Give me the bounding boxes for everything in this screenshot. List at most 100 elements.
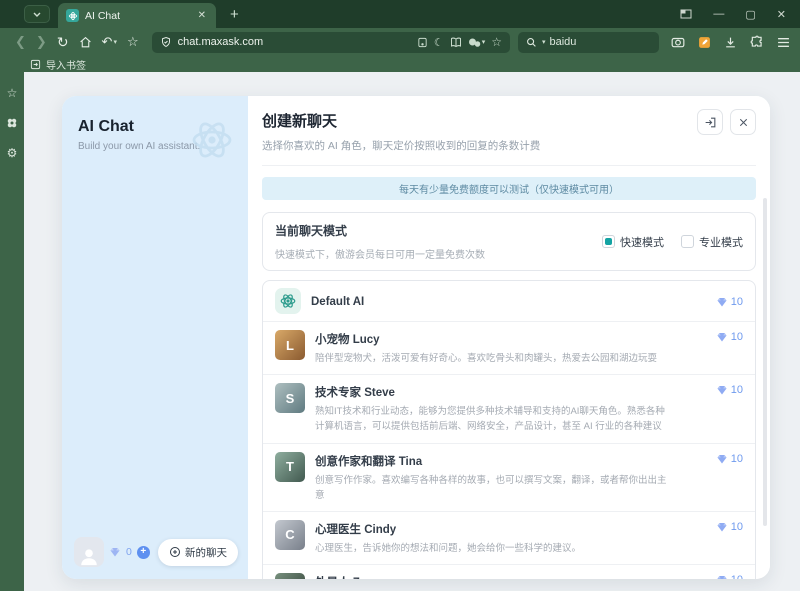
mode-subtitle: 快速模式下，傲游会员每日可用一定量免费次数 bbox=[275, 246, 485, 261]
header-divider bbox=[262, 165, 756, 166]
user-avatar[interactable] bbox=[74, 537, 104, 567]
role-name: 小宠物 Lucy bbox=[315, 331, 668, 347]
role-name: 外星人 Zorax bbox=[315, 574, 668, 579]
role-price-value: 10 bbox=[731, 574, 743, 579]
role-price-value: 10 bbox=[731, 296, 743, 308]
notes-icon[interactable] bbox=[698, 36, 711, 49]
chat-sidebar-panel: AI Chat Build your own AI assistant. 0 +… bbox=[62, 96, 248, 579]
favorite-star-button[interactable]: ☆ bbox=[127, 34, 139, 50]
home-button[interactable] bbox=[79, 36, 92, 49]
rail-apps-clover-icon[interactable] bbox=[6, 117, 18, 129]
ai-roles-list: Default AI 10 L 小宠物 Lucy 陪伴型宠物犬，活泼可爱有好奇心… bbox=[262, 280, 756, 579]
tab-title: AI Chat bbox=[85, 10, 196, 22]
new-chat-button[interactable]: 新的聊天 bbox=[158, 539, 238, 566]
pro-mode-checkbox[interactable] bbox=[681, 235, 694, 248]
role-name: 技术专家 Steve bbox=[315, 384, 668, 400]
new-tab-button[interactable]: + bbox=[230, 6, 239, 23]
download-icon[interactable] bbox=[724, 36, 737, 49]
rail-favorites-star-icon[interactable]: ☆ bbox=[7, 86, 18, 100]
role-name: 心理医生 Cindy bbox=[315, 521, 668, 537]
role-row[interactable]: T 创意作家和翻译 Tina 创意写作作家。喜欢编写各种各样的故事，也可以撰写文… bbox=[263, 443, 755, 511]
role-name: Default AI bbox=[311, 296, 668, 308]
role-price: 10 bbox=[716, 453, 743, 465]
share-wechat-icon[interactable]: ▾ bbox=[468, 37, 486, 48]
role-avatar: L bbox=[275, 330, 305, 360]
diamond-icon bbox=[716, 453, 728, 465]
rail-settings-gear-icon[interactable]: ⚙ bbox=[7, 146, 18, 160]
scrollbar-thumb[interactable] bbox=[763, 198, 767, 526]
search-icon bbox=[526, 37, 537, 48]
pro-mode-label: 专业模式 bbox=[699, 234, 743, 250]
role-price: 10 bbox=[716, 574, 743, 579]
modal-title: 创建新聊天 bbox=[262, 110, 756, 131]
role-row[interactable]: C 心理医生 Cindy 心理医生，告诉她你的想法和问题，她会给你一些科学的建议… bbox=[263, 511, 755, 564]
exit-login-button[interactable] bbox=[697, 109, 723, 135]
role-description: 熟知IT技术和行业动态，能够为您提供多种技术辅导和支持的AI聊天角色。熟悉各种计… bbox=[315, 404, 668, 434]
diamond-count: 0 bbox=[126, 546, 132, 558]
minimize-button[interactable]: — bbox=[713, 8, 724, 20]
mode-title: 当前聊天模式 bbox=[275, 222, 485, 239]
back-button[interactable]: ❮ bbox=[15, 34, 26, 50]
menu-hamburger-icon[interactable] bbox=[777, 37, 790, 48]
new-chat-label: 新的聊天 bbox=[185, 545, 227, 560]
role-avatar bbox=[275, 288, 301, 314]
side-rail: ☆ ⚙ bbox=[0, 72, 24, 591]
ai-chat-card: AI Chat Build your own AI assistant. 0 +… bbox=[62, 96, 770, 579]
url-text[interactable]: chat.maxask.com bbox=[178, 36, 264, 48]
undo-button[interactable]: ↶▾ bbox=[102, 34, 117, 50]
role-price: 10 bbox=[716, 296, 743, 308]
add-favorite-icon[interactable]: ☆ bbox=[491, 35, 502, 49]
import-bookmarks-label[interactable]: 导入书签 bbox=[46, 57, 86, 72]
save-page-icon[interactable] bbox=[417, 37, 428, 48]
free-quota-notice: 每天有少量免费额度可以测试（仅快速模式可用） bbox=[262, 177, 756, 200]
site-shield-icon[interactable] bbox=[160, 36, 172, 48]
role-description: 创意写作作家。喜欢编写各种各样的故事，也可以撰写文案，翻译，或者帮你出出主意 bbox=[315, 473, 668, 503]
role-name: 创意作家和翻译 Tina bbox=[315, 453, 668, 469]
diamond-icon bbox=[716, 574, 728, 579]
tab-list-chevron-button[interactable] bbox=[24, 5, 50, 23]
search-engine-text[interactable]: baidu bbox=[550, 36, 577, 48]
forward-button[interactable]: ❯ bbox=[36, 34, 47, 50]
role-description: 陪伴型宠物犬，活泼可爱有好奇心。喜欢吃骨头和肉罐头，热爱去公园和湖边玩耍 bbox=[315, 351, 668, 366]
chat-mode-box: 当前聊天模式 快速模式下，傲游会员每日可用一定量免费次数 快速模式 专业模式 bbox=[262, 212, 756, 271]
role-price-value: 10 bbox=[731, 384, 743, 396]
fast-mode-checkbox[interactable] bbox=[602, 235, 615, 248]
diamond-icon bbox=[716, 521, 728, 533]
tab-favicon-atom-icon bbox=[66, 9, 79, 22]
browser-titlebar: AI Chat ✕ + — ▢ ✕ bbox=[0, 0, 800, 28]
import-bookmarks-icon bbox=[30, 59, 41, 70]
role-description: 心理医生，告诉她你的想法和问题，她会给你一些科学的建议。 bbox=[315, 541, 668, 556]
browser-toolbar: ❮ ❯ ↻ ↶▾ ☆ chat.maxask.com ☾ ▾ ☆ ▾ baidu bbox=[0, 28, 800, 56]
role-price: 10 bbox=[716, 521, 743, 533]
role-avatar: C bbox=[275, 520, 305, 550]
address-bar[interactable]: chat.maxask.com ☾ ▾ ☆ bbox=[152, 32, 510, 53]
mode-option-fast[interactable]: 快速模式 bbox=[602, 234, 664, 250]
page-content: AI Chat Build your own AI assistant. 0 +… bbox=[24, 72, 800, 591]
mode-option-pro[interactable]: 专业模式 bbox=[681, 234, 743, 250]
role-row[interactable]: S 技术专家 Steve 熟知IT技术和行业动态，能够为您提供多种技术辅导和支持… bbox=[263, 374, 755, 442]
search-box[interactable]: ▾ baidu bbox=[518, 32, 659, 53]
refresh-button[interactable]: ↻ bbox=[57, 34, 69, 51]
role-price: 10 bbox=[716, 331, 743, 343]
night-mode-icon[interactable]: ☾ bbox=[434, 36, 444, 49]
close-window-button[interactable]: ✕ bbox=[777, 8, 786, 21]
close-modal-button[interactable] bbox=[730, 109, 756, 135]
role-avatar: Z bbox=[275, 573, 305, 579]
modal-subtitle: 选择你喜欢的 AI 角色，聊天定价按照收到的回复的条数计费 bbox=[262, 138, 756, 153]
search-engine-chevron-icon[interactable]: ▾ bbox=[542, 38, 546, 46]
role-row[interactable]: Z 外星人 Zorax 外星人，还在学习人类语言，了解很多知识，但是不理解人类情… bbox=[263, 564, 755, 579]
add-diamonds-button[interactable]: + bbox=[137, 546, 150, 559]
reading-mode-icon[interactable] bbox=[450, 37, 462, 48]
role-row[interactable]: L 小宠物 Lucy 陪伴型宠物犬，活泼可爱有好奇心。喜欢吃骨头和肉罐头，热爱去… bbox=[263, 321, 755, 374]
maximize-button[interactable]: ▢ bbox=[745, 8, 755, 21]
boss-key-icon[interactable] bbox=[680, 9, 692, 19]
browser-tab[interactable]: AI Chat ✕ bbox=[58, 3, 216, 28]
atom-watermark-icon bbox=[188, 116, 236, 164]
tab-close-icon[interactable]: ✕ bbox=[196, 10, 208, 21]
extensions-puzzle-icon[interactable] bbox=[750, 35, 764, 49]
role-price-value: 10 bbox=[731, 331, 743, 343]
role-avatar: T bbox=[275, 452, 305, 482]
role-row[interactable]: Default AI 10 bbox=[263, 281, 755, 321]
screenshot-camera-icon[interactable] bbox=[671, 36, 685, 48]
role-price-value: 10 bbox=[731, 521, 743, 533]
